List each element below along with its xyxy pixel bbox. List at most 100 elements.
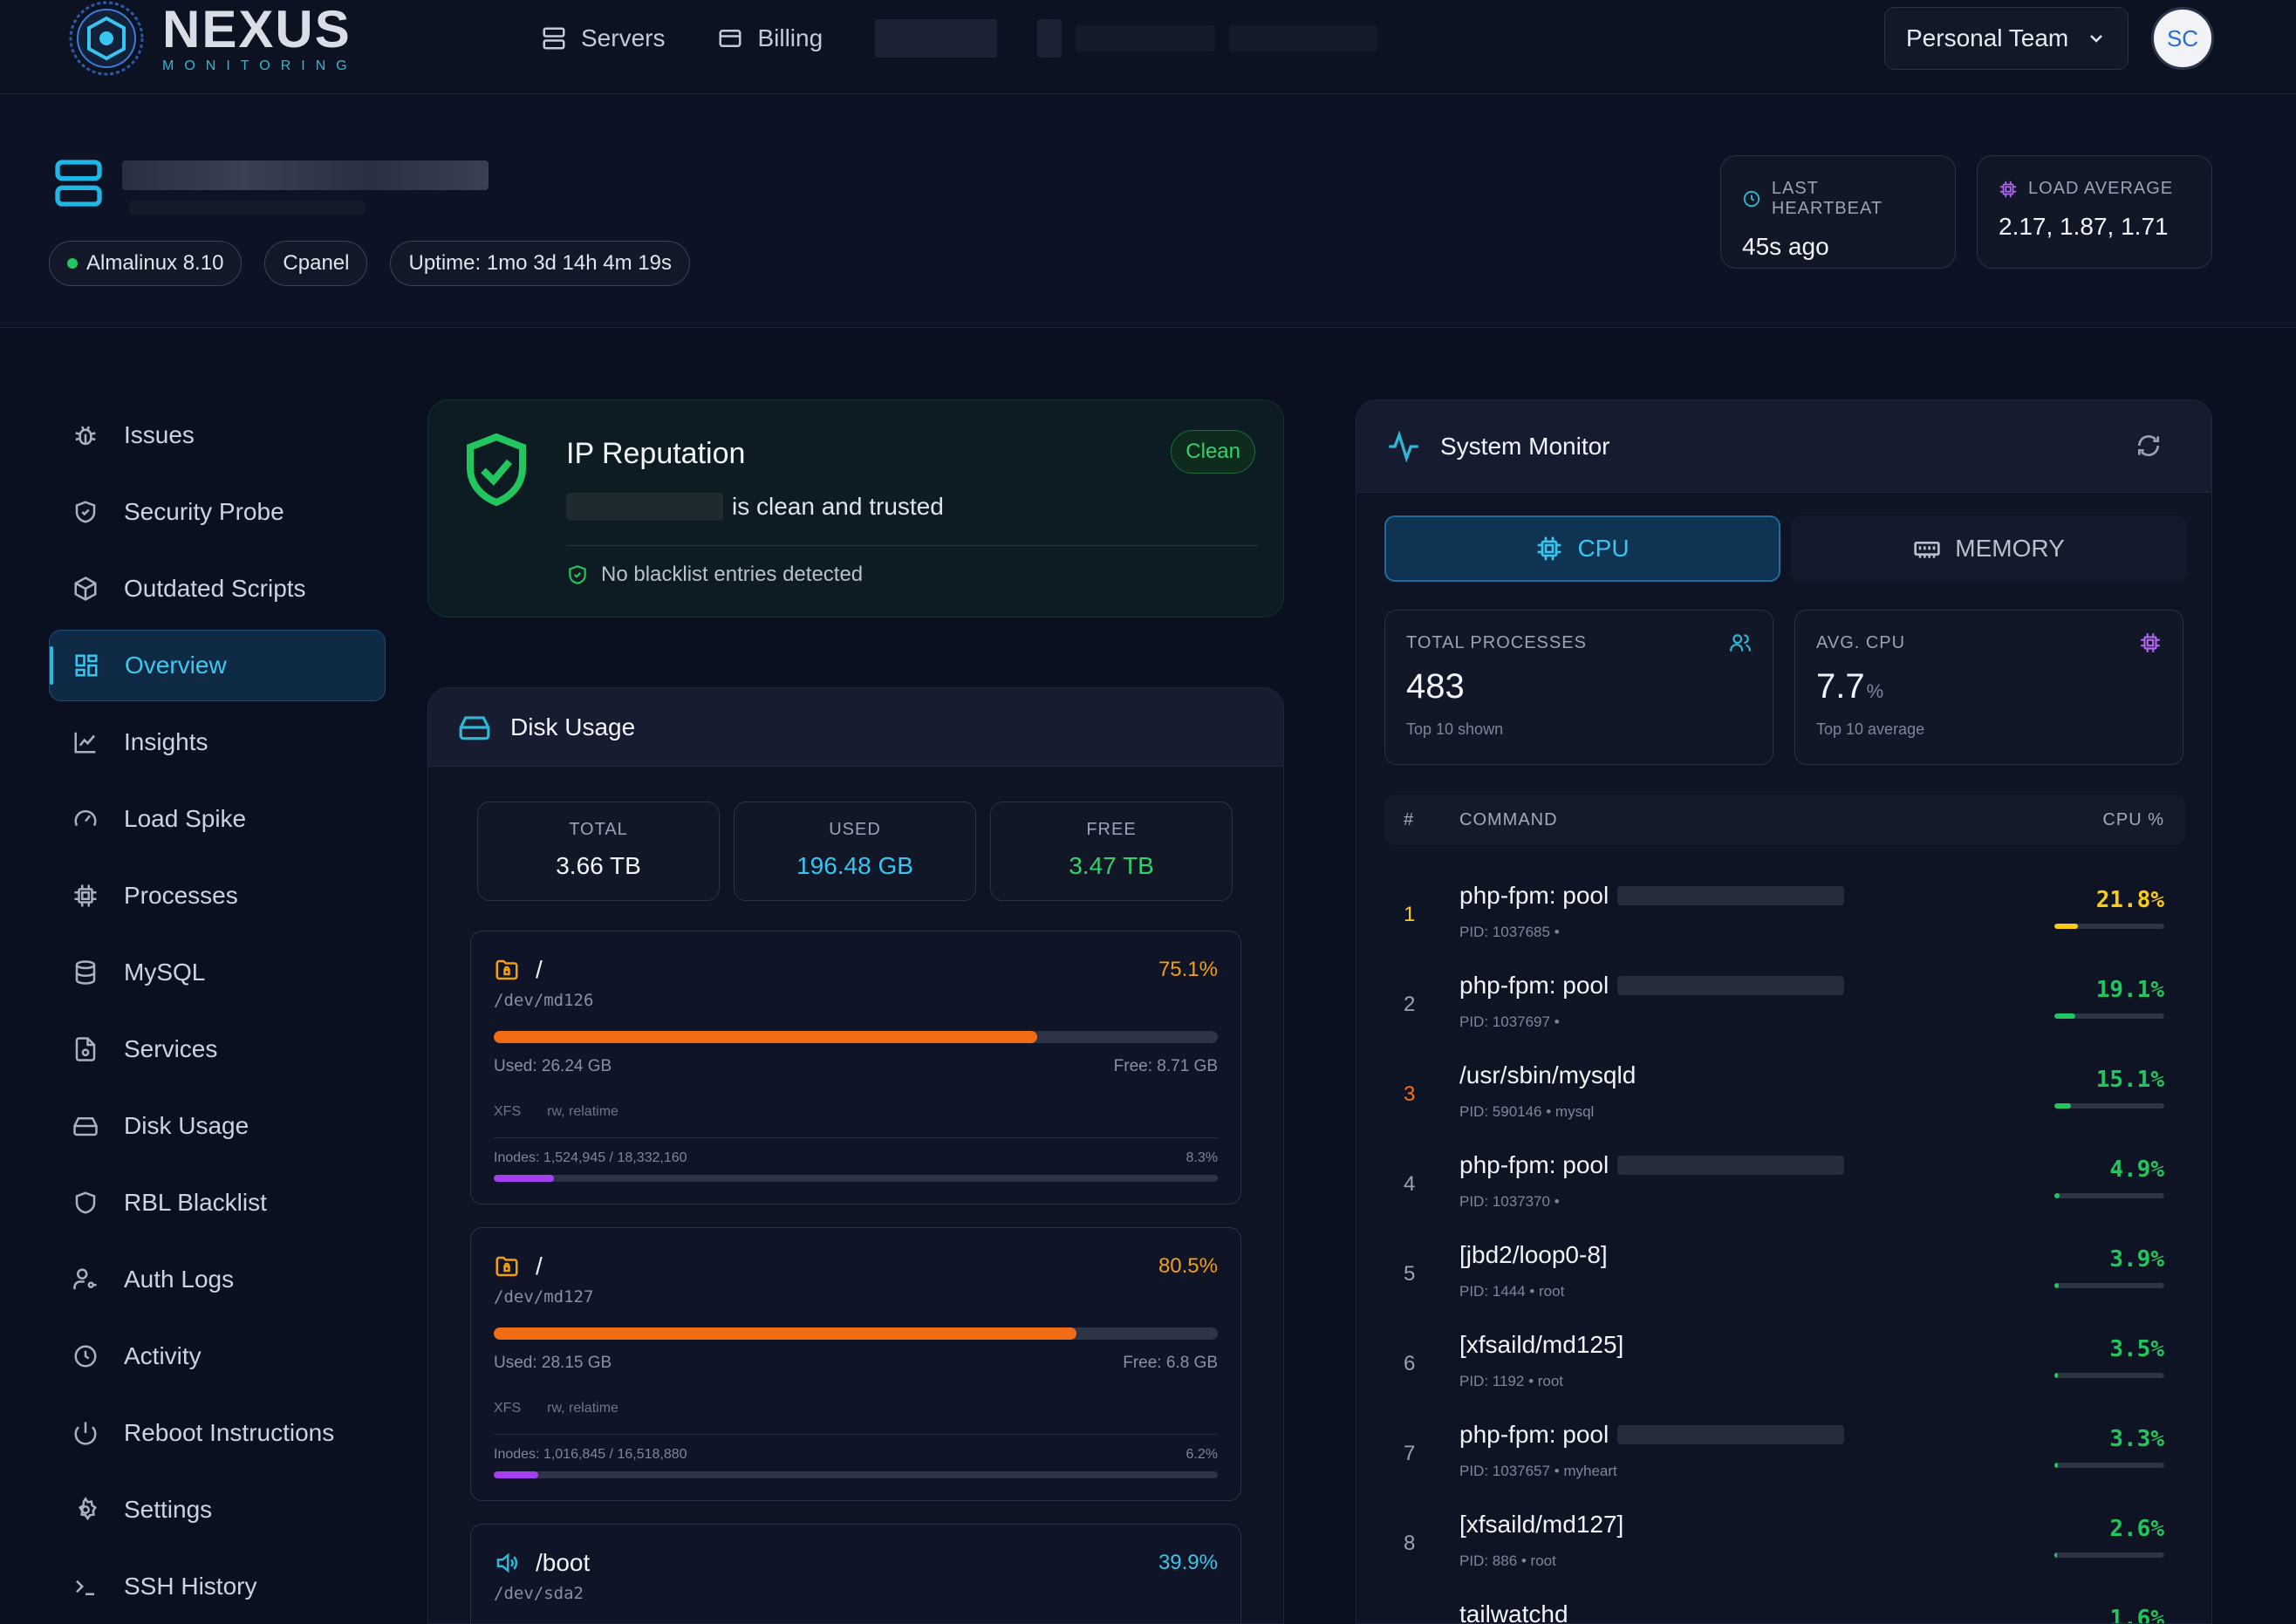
table-row[interactable]: 4 php-fpm: pool PID: 1037370 • 4.9% (1384, 1132, 2185, 1222)
ip-address-redacted (566, 493, 723, 521)
panel-chip: Cpanel (264, 241, 368, 286)
process-cpu-fill (2054, 1283, 2059, 1288)
load-average-card: LOAD AVERAGE 2.17, 1.87, 1.71 (1977, 155, 2212, 269)
process-rank: 7 (1404, 1442, 1416, 1465)
table-row[interactable]: 5 [jbd2/loop0-8] PID: 1444 • root 3.9% (1384, 1222, 2185, 1312)
mount-card[interactable]: /boot 39.9% /dev/sda2 (470, 1524, 1241, 1623)
table-row[interactable]: 3/usr/sbin/mysqld PID: 590146 • mysql 15.1… (1384, 1042, 2185, 1132)
table-row[interactable]: 7 php-fpm: pool PID: 1037657 • myheart 3.3% (1384, 1402, 2185, 1491)
nav-billing[interactable]: Billing (717, 21, 823, 56)
table-row[interactable]: 8 [xfsaild/md127] PID: 886 • root 2.6% (1384, 1491, 2185, 1581)
chevron-down-icon (2090, 35, 2102, 43)
process-command-line: tailwatchd (1459, 1600, 1568, 1623)
total-processes-value: 483 (1406, 667, 1465, 706)
sidebar-item-label: Reboot Instructions (124, 1419, 335, 1446)
nav-servers[interactable]: Servers (541, 21, 665, 56)
uptime-chip-label: Uptime: 1mo 3d 14h 4m 19s (408, 251, 672, 275)
sidebar-item-disk-usage[interactable]: Disk Usage (49, 1090, 386, 1162)
sidebar-item-label: Overview (125, 652, 227, 679)
process-cpu-fill (2054, 1463, 2059, 1468)
sidebar-item-reboot-instructions[interactable]: Reboot Instructions (49, 1397, 386, 1469)
process-list: 1 php-fpm: pool PID: 1037685 • 21.8% 2 php-fp… (1384, 863, 2185, 1624)
process-cpu-bar (2054, 1463, 2164, 1468)
process-cpu-bar (2054, 1013, 2164, 1019)
system-monitor-title: System Monitor (1440, 432, 1610, 460)
shield-icon (72, 498, 99, 526)
uptime-chip: Uptime: 1mo 3d 14h 4m 19s (390, 241, 690, 286)
pool-name-redacted (1617, 886, 1845, 905)
sidebar-item-issues[interactable]: Issues (49, 399, 386, 471)
nav-billing-label: Billing (757, 24, 823, 51)
sidebar-item-mysql[interactable]: MySQL (49, 937, 386, 1008)
process-meta: PID: 1444 • root (1459, 1283, 1565, 1300)
sidebar-item-overview[interactable]: Overview (49, 630, 386, 701)
sidebar-item-security-probe[interactable]: Security Probe (49, 476, 386, 548)
process-command-line: [xfsaild/md125] (1459, 1331, 1623, 1359)
team-select[interactable]: Personal Team (1884, 7, 2129, 70)
chart-icon (72, 728, 99, 756)
logo[interactable]: NEXUS MONITORING (65, 0, 358, 77)
total-processes-card: TOTAL PROCESSES 483 Top 10 shown (1384, 610, 1773, 765)
heartbeat-card: LAST HEARTBEAT 45s ago (1720, 155, 1956, 269)
logo-hex-icon (65, 0, 148, 77)
disk-free-box: FREE 3.47 TB (990, 802, 1233, 901)
memory-icon (1914, 542, 1940, 558)
mount-free: Free: 8.71 GB (1113, 1057, 1218, 1075)
process-command: /usr/sbin/mysqld (1459, 1061, 1637, 1088)
total-processes-sub: Top 10 shown (1406, 720, 1504, 738)
mount-card[interactable]: / 75.1% /dev/md126 Used: 26.24 GB Free: … (470, 931, 1241, 1204)
avg-cpu-number: 7.7 (1816, 667, 1865, 706)
process-cpu-fill (2054, 1103, 2072, 1109)
sidebar-item-label: Activity (124, 1342, 202, 1369)
table-row[interactable]: 9tailwatchd1.6% (1384, 1581, 2185, 1624)
mount-filesystem: XFS (494, 1104, 522, 1119)
process-meta: PID: 1037685 • (1459, 924, 1560, 940)
mount-inodes: Inodes: 1,524,945 / 18,332,160 (494, 1150, 687, 1165)
redacted-nav-4 (1229, 25, 1378, 51)
activity-icon (1389, 430, 1418, 462)
mount-free: Free: 6.8 GB (1123, 1354, 1218, 1372)
sidebar-item-label: Load Spike (124, 805, 247, 832)
process-command-line: php-fpm: pool (1459, 882, 1845, 910)
process-cpu-bar (2054, 1193, 2164, 1198)
column-rank: # (1404, 809, 1415, 829)
sidebar-item-load-spike[interactable]: Load Spike (49, 783, 386, 855)
user-key-icon (72, 1266, 99, 1293)
sidebar-item-insights[interactable]: Insights (49, 706, 386, 778)
table-row[interactable]: 2 php-fpm: pool PID: 1037697 • 19.1% (1384, 952, 2185, 1042)
mount-inodes: Inodes: 1,016,845 / 16,518,880 (494, 1447, 687, 1462)
mount-card[interactable]: / 80.5% /dev/md127 Used: 28.15 GB Free: … (470, 1227, 1241, 1501)
process-rank: 3 (1404, 1082, 1416, 1106)
nav-redacted-items[interactable] (875, 19, 1378, 58)
process-meta: PID: 1037370 • (1459, 1193, 1560, 1210)
tab-memory[interactable]: MEMORY (1791, 515, 2187, 582)
sidebar-item-settings[interactable]: Settings (49, 1474, 386, 1546)
server-chips: Almalinux 8.10 Cpanel Uptime: 1mo 3d 14h… (49, 241, 690, 286)
mount-usage-bar (494, 1327, 1218, 1340)
process-cpu-percent: 1.6% (2109, 1606, 2164, 1624)
sidebar-item-outdated-scripts[interactable]: Outdated Scripts (49, 553, 386, 624)
sidebar-item-activity[interactable]: Activity (49, 1320, 386, 1392)
table-row[interactable]: 6 [xfsaild/md125] PID: 1192 • root 3.5% (1384, 1312, 2185, 1402)
sidebar-item-rbl-blacklist[interactable]: RBL Blacklist (49, 1167, 386, 1238)
status-dot (67, 258, 78, 269)
process-cpu-bar (2054, 1552, 2164, 1558)
process-rank: 4 (1404, 1172, 1416, 1196)
sidebar: Issues Security Probe Outdated Scripts O… (49, 399, 386, 1624)
shield-check-icon (461, 430, 531, 518)
sidebar-item-services[interactable]: Services (49, 1013, 386, 1085)
process-meta: PID: 886 • root (1459, 1552, 1556, 1569)
sidebar-item-processes[interactable]: Processes (49, 860, 386, 931)
ip-status-line: is clean and trusted (566, 493, 944, 521)
avatar[interactable]: SC (2151, 7, 2214, 70)
tab-cpu[interactable]: CPU (1384, 515, 1780, 582)
sidebar-item-label: RBL Blacklist (124, 1189, 267, 1216)
chip-icon (2139, 631, 2162, 658)
sidebar-item-ssh-history[interactable]: SSH History (49, 1551, 386, 1622)
redacted-nav-1 (875, 19, 998, 58)
sidebar-item-label: Services (124, 1035, 218, 1062)
table-row[interactable]: 1 php-fpm: pool PID: 1037685 • 21.8% (1384, 863, 2185, 952)
sidebar-item-auth-logs[interactable]: Auth Logs (49, 1244, 386, 1315)
os-chip-label: Almalinux 8.10 (86, 251, 224, 275)
refresh-icon[interactable] (2135, 432, 2163, 466)
